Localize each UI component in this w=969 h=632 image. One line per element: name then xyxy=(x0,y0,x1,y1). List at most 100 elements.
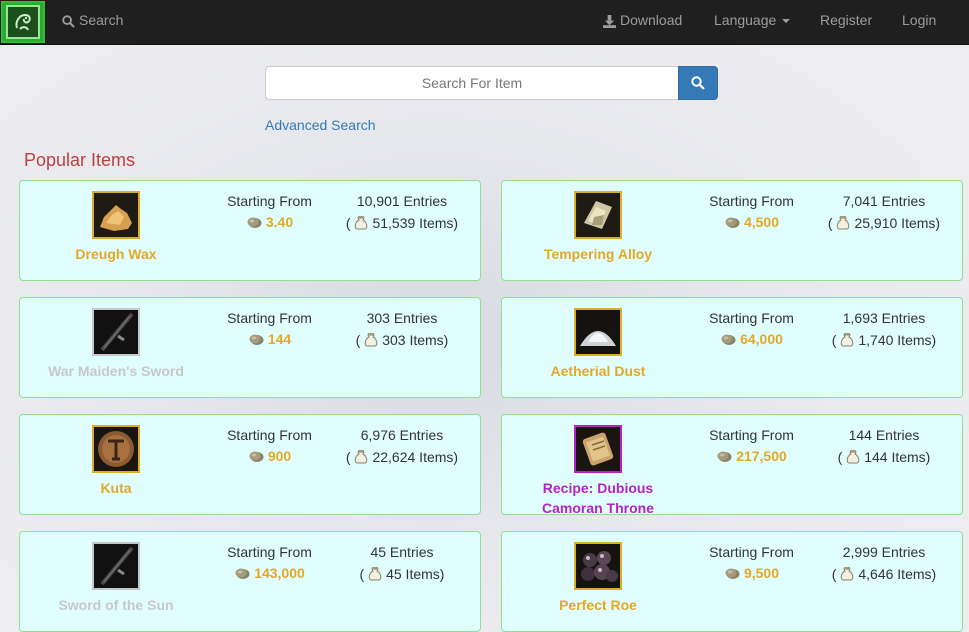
search-submit-button[interactable] xyxy=(678,66,718,100)
caret-down-icon xyxy=(782,19,791,24)
money-bag-icon xyxy=(840,565,854,581)
entries-count: 2,999 Entries xyxy=(842,544,926,560)
aetherial-dust-icon[interactable] xyxy=(574,308,622,356)
gold-coin-icon xyxy=(724,215,740,229)
popular-item-card[interactable]: War Maiden's Sword Starting From 144 303… xyxy=(19,297,481,398)
starting-from-label: Starting From xyxy=(709,193,794,209)
nav-search-link[interactable]: Search xyxy=(62,0,123,44)
item-name[interactable]: Aetherial Dust xyxy=(502,361,694,381)
dreugh-wax-icon[interactable] xyxy=(92,191,140,239)
nav-download-label: Download xyxy=(620,12,683,28)
items-count-value: 22,624 Items) xyxy=(372,449,459,465)
price-value: 64,000 xyxy=(740,331,783,347)
gold-coin-icon xyxy=(716,449,732,463)
dragon-logo-icon xyxy=(6,5,40,39)
nav-register-label: Register xyxy=(820,12,873,28)
gold-coin-icon xyxy=(724,566,740,580)
items-count: ( 1,740 Items) xyxy=(831,331,937,348)
sword-icon[interactable] xyxy=(92,308,140,356)
items-count: ( 45 Items) xyxy=(359,566,445,582)
popular-item-card[interactable]: Aetherial Dust Starting From 64,000 1,69… xyxy=(501,297,963,398)
price-value: 4,500 xyxy=(743,214,780,230)
item-name[interactable]: Dreugh Wax xyxy=(20,244,212,264)
search-icon xyxy=(691,76,705,90)
nav-search-label: Search xyxy=(79,12,124,28)
gold-coin-icon xyxy=(720,332,736,346)
tempering-alloy-icon[interactable] xyxy=(574,191,622,239)
advanced-search-link[interactable]: Advanced Search xyxy=(265,117,376,133)
entries-count: 10,901 Entries xyxy=(356,193,448,209)
popular-item-card[interactable]: Recipe: Dubious Camoran Throne Starting … xyxy=(501,414,963,518)
money-bag-icon xyxy=(354,214,368,230)
top-navbar: Search Download Language Register Login xyxy=(0,0,969,45)
money-bag-icon xyxy=(840,331,854,347)
items-count: ( 4,646 Items) xyxy=(831,565,937,582)
site-logo[interactable] xyxy=(1,1,45,43)
item-price: 217,500 xyxy=(699,448,804,464)
popular-item-card[interactable]: Dreugh Wax Starting From 3.40 10,901 Ent… xyxy=(19,180,481,281)
items-count-value: 4,646 Items) xyxy=(858,566,937,582)
item-name-line1: Recipe: Dubious xyxy=(542,480,654,496)
item-search-form xyxy=(265,66,718,100)
search-icon xyxy=(62,15,75,28)
item-name[interactable]: Sword of the Sun xyxy=(20,595,212,615)
item-price: 64,000 xyxy=(699,331,804,347)
item-name[interactable]: Tempering Alloy xyxy=(502,244,694,264)
popular-item-card[interactable]: Tempering Alloy Starting From 4,500 7,04… xyxy=(501,180,963,281)
price-value: 3.40 xyxy=(265,214,294,230)
money-bag-icon xyxy=(354,448,368,464)
items-count-value: 303 Items) xyxy=(382,332,449,348)
entries-count: 6,976 Entries xyxy=(360,427,444,443)
money-bag-icon xyxy=(836,214,850,230)
price-value: 144 xyxy=(267,331,292,347)
nav-language-label: Language xyxy=(714,12,777,28)
items-count: ( 51,539 Items) xyxy=(345,214,459,231)
entries-count: 7,041 Entries xyxy=(842,193,926,209)
items-count: ( 22,624 Items) xyxy=(345,448,459,465)
item-name[interactable]: Kuta xyxy=(20,478,212,498)
nav-login-link[interactable]: Login xyxy=(902,0,936,44)
gold-coin-icon xyxy=(248,332,264,346)
recipe-scroll-icon[interactable] xyxy=(574,425,622,473)
items-count-value: 144 Items) xyxy=(864,449,931,465)
sword-icon[interactable] xyxy=(92,542,140,590)
items-count-value: 1,740 Items) xyxy=(858,332,937,348)
nav-download-link[interactable]: Download xyxy=(603,0,682,44)
items-count-value: 25,910 Items) xyxy=(854,215,941,231)
item-price: 9,500 xyxy=(699,565,804,581)
entries-count: 45 Entries xyxy=(370,544,434,560)
nav-language-dropdown[interactable]: Language xyxy=(714,0,791,44)
nav-register-link[interactable]: Register xyxy=(820,0,872,44)
perfect-roe-icon[interactable] xyxy=(574,542,622,590)
gold-coin-icon xyxy=(234,566,250,580)
kuta-rune-icon[interactable] xyxy=(92,425,140,473)
money-bag-icon xyxy=(846,448,860,464)
item-price: 3.40 xyxy=(217,214,322,230)
starting-from-label: Starting From xyxy=(709,544,794,560)
starting-from-label: Starting From xyxy=(709,310,794,326)
price-value: 900 xyxy=(267,448,292,464)
item-price: 144 xyxy=(217,331,322,347)
starting-from-label: Starting From xyxy=(227,427,312,443)
item-name[interactable]: Recipe: Dubious Camoran Throne xyxy=(502,478,694,518)
price-value: 217,500 xyxy=(736,448,787,464)
entries-count: 303 Entries xyxy=(366,310,438,326)
starting-from-label: Starting From xyxy=(227,544,312,560)
item-name[interactable]: Perfect Roe xyxy=(502,595,694,615)
item-name[interactable]: War Maiden's Sword xyxy=(20,361,212,381)
price-value: 9,500 xyxy=(743,565,780,581)
entries-count: 144 Entries xyxy=(848,427,920,443)
item-price: 143,000 xyxy=(217,565,322,581)
price-value: 143,000 xyxy=(254,565,305,581)
money-bag-icon xyxy=(364,331,378,347)
entries-count: 1,693 Entries xyxy=(842,310,926,326)
starting-from-label: Starting From xyxy=(227,310,312,326)
starting-from-label: Starting From xyxy=(227,193,312,209)
items-count: ( 25,910 Items) xyxy=(827,214,941,231)
item-price: 900 xyxy=(217,448,322,464)
download-icon xyxy=(603,14,616,28)
nav-login-label: Login xyxy=(902,12,937,28)
starting-from-label: Starting From xyxy=(709,427,794,443)
item-search-input[interactable] xyxy=(265,66,678,100)
popular-item-card[interactable]: Kuta Starting From 900 6,976 Entries ( 2… xyxy=(19,414,481,515)
